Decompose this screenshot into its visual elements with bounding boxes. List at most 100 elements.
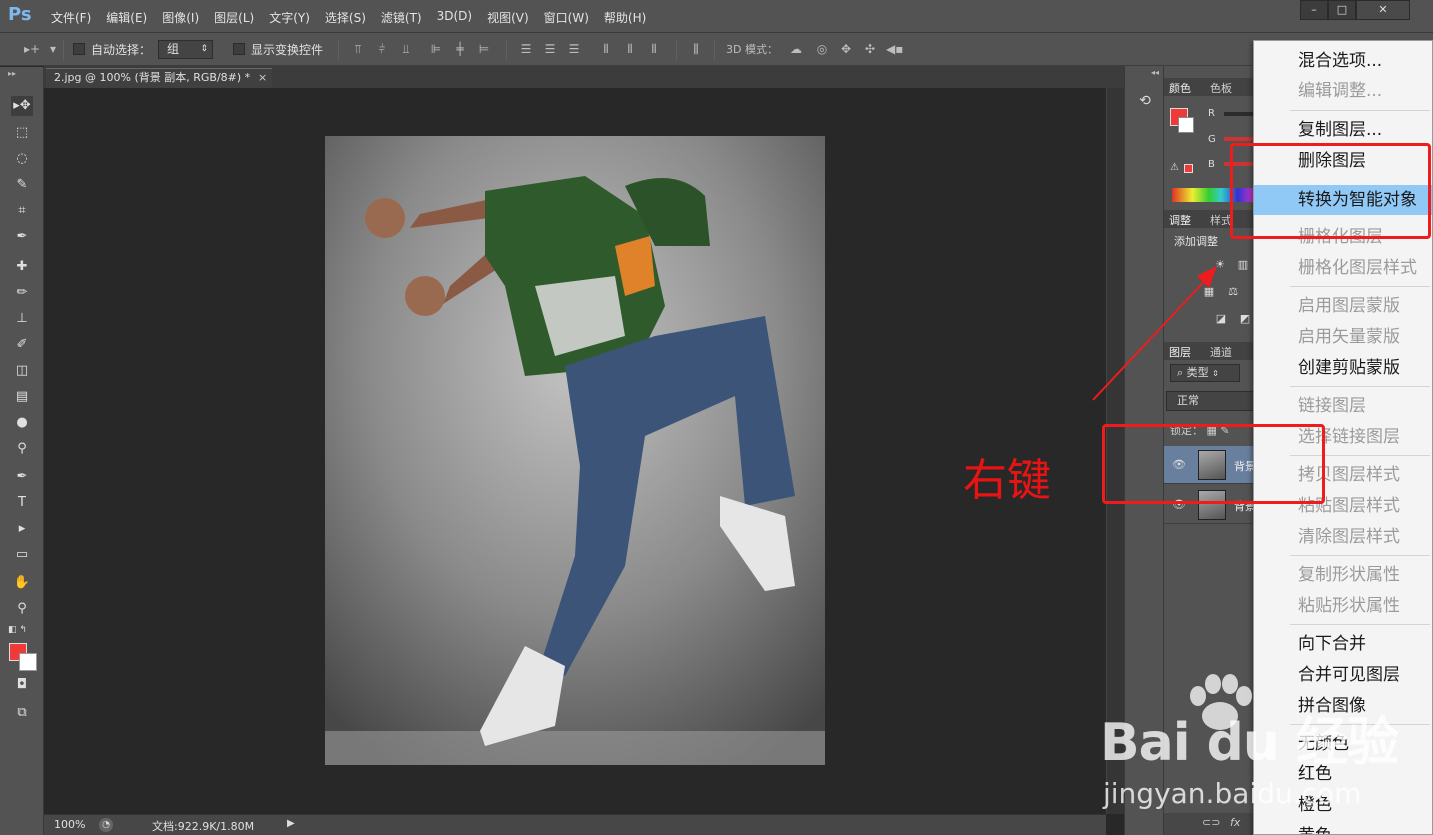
swap-colors-icon[interactable]: ◧ ↰ <box>8 625 27 635</box>
menu-filter[interactable]: 滤镜(T) <box>381 9 422 26</box>
3d-slide-icon[interactable]: ✣ <box>862 42 878 56</box>
collapse-icon[interactable]: ▸▸ <box>8 69 16 78</box>
minimize-icon[interactable]: – <box>1300 0 1328 20</box>
collapse-icon[interactable]: ◂◂ <box>1151 68 1159 77</box>
dodge-tool-icon[interactable]: ⚲ <box>11 439 33 459</box>
tab-styles[interactable]: 样式 <box>1210 212 1232 228</box>
canvas-image[interactable] <box>325 136 825 765</box>
tab-adjustments[interactable]: 调整 <box>1169 212 1191 228</box>
menu-edit[interactable]: 编辑(E) <box>106 9 147 26</box>
brush-tool-icon[interactable]: ✏ <box>11 283 33 303</box>
menu-type[interactable]: 文字(Y) <box>269 9 310 26</box>
fx-icon[interactable]: fx <box>1230 816 1240 829</box>
balance-icon[interactable]: ⚖ <box>1226 285 1240 299</box>
menu-item-duplicate-layer[interactable]: 复制图层... <box>1254 117 1432 145</box>
marquee-tool-icon[interactable]: ⬚ <box>11 123 33 143</box>
distribute-hcenter-icon[interactable]: ⫴ <box>622 42 638 56</box>
tab-color[interactable]: 颜色 <box>1169 80 1191 96</box>
levels-icon[interactable]: ▥ <box>1236 258 1250 272</box>
auto-select-dropdown[interactable]: 组 ⇕ <box>158 40 213 59</box>
move-tool-icon[interactable]: ▸✥ <box>11 96 33 116</box>
menu-item-clear-layer-style[interactable]: 清除图层样式 <box>1254 524 1432 552</box>
link-icon[interactable]: ⊂⊃ <box>1202 816 1220 829</box>
menu-separator <box>1290 110 1430 111</box>
panel-background-swatch[interactable] <box>1178 117 1194 133</box>
tool-preset-arrow-icon[interactable]: ▾ <box>48 42 58 56</box>
document-tab[interactable]: 2.jpg @ 100% (背景 副本, RGB/8#) * × <box>46 68 272 88</box>
align-left-icon[interactable]: ⊫ <box>428 42 444 56</box>
type-tool-icon[interactable]: T <box>11 493 33 513</box>
menu-image[interactable]: 图像(I) <box>162 9 199 26</box>
menu-item-paste-shape-attributes[interactable]: 粘贴形状属性 <box>1254 593 1432 621</box>
auto-select-checkbox[interactable] <box>73 43 85 55</box>
history-panel-icon[interactable]: ⟲ <box>1135 93 1155 111</box>
move-tool-icon[interactable]: ▸+ <box>24 42 40 56</box>
menu-help[interactable]: 帮助(H) <box>604 9 646 26</box>
maximize-icon[interactable]: □ <box>1328 0 1356 20</box>
distribute-vcenter-icon[interactable]: ☰ <box>542 42 558 56</box>
menu-item-merge-down[interactable]: 向下合并 <box>1254 631 1432 659</box>
close-tab-icon[interactable]: × <box>258 69 267 87</box>
3d-roll-icon[interactable]: ◎ <box>814 42 830 56</box>
auto-select-label: 自动选择： <box>91 43 152 57</box>
eyedropper-tool-icon[interactable]: ✒ <box>11 227 33 247</box>
menu-layer[interactable]: 图层(L) <box>214 9 254 26</box>
menu-item-create-clipping-mask[interactable]: 创建剪贴蒙版 <box>1254 355 1432 383</box>
screen-mode-icon[interactable]: ⧉ <box>11 703 33 723</box>
zoom-level[interactable]: 100% <box>54 818 85 831</box>
align-right-icon[interactable]: ⊨ <box>476 42 492 56</box>
menu-item-copy-shape-attributes[interactable]: 复制形状属性 <box>1254 562 1432 590</box>
pen-tool-icon[interactable]: ✒ <box>11 467 33 487</box>
menu-item-yellow[interactable]: 黄色 <box>1254 823 1432 834</box>
quick-select-tool-icon[interactable]: ✎ <box>11 175 33 195</box>
channel-r-slider[interactable] <box>1224 112 1254 116</box>
lasso-tool-icon[interactable]: ◌ <box>11 149 33 169</box>
distribute-right-icon[interactable]: ⫴ <box>646 42 662 56</box>
background-color-swatch[interactable] <box>19 653 37 671</box>
history-brush-tool-icon[interactable]: ✐ <box>11 335 33 355</box>
menu-item-enable-layer-mask[interactable]: 启用图层蒙版 <box>1254 293 1432 321</box>
gradient-map-icon[interactable]: ◩ <box>1238 312 1252 326</box>
gamut-swatch[interactable] <box>1184 164 1193 173</box>
menu-item-enable-vector-mask[interactable]: 启用矢量蒙版 <box>1254 324 1432 352</box>
menu-item-merge-visible[interactable]: 合并可见图层 <box>1254 662 1432 690</box>
clone-stamp-tool-icon[interactable]: ⊥ <box>11 309 33 329</box>
distribute-left-icon[interactable]: ⫴ <box>598 42 614 56</box>
menu-select[interactable]: 选择(S) <box>325 9 366 26</box>
auto-align-icon[interactable]: ⫼ <box>688 42 704 56</box>
3d-rotate-icon[interactable]: ☁ <box>788 42 804 56</box>
menu-view[interactable]: 视图(V) <box>487 9 529 26</box>
align-bottom-icon[interactable]: ⫫ <box>398 42 414 56</box>
align-top-icon[interactable]: ⫪ <box>350 42 366 56</box>
doc-info-icon[interactable]: ◔ <box>99 818 113 832</box>
close-icon[interactable]: ✕ <box>1356 0 1410 20</box>
align-hcenter-icon[interactable]: ╪ <box>452 42 468 56</box>
distribute-top-icon[interactable]: ☰ <box>518 42 534 56</box>
path-select-tool-icon[interactable]: ▸ <box>11 519 33 539</box>
3d-scale-icon[interactable]: ◀▪ <box>886 42 903 56</box>
tab-swatches[interactable]: 色板 <box>1210 80 1232 96</box>
show-transform-label: 显示变换控件 <box>251 43 324 57</box>
menu-item-edit-adjustment[interactable]: 编辑调整... <box>1254 78 1432 106</box>
hand-tool-icon[interactable]: ✋ <box>11 573 33 593</box>
status-menu-arrow-icon[interactable]: ▶ <box>287 818 295 829</box>
zoom-tool-icon[interactable]: ⚲ <box>11 599 33 619</box>
menu-window[interactable]: 窗口(W) <box>544 9 589 26</box>
align-vcenter-icon[interactable]: ⫩ <box>374 42 390 56</box>
blur-tool-icon[interactable]: ● <box>11 413 33 433</box>
show-transform-checkbox[interactable] <box>233 43 245 55</box>
gradient-tool-icon[interactable]: ▤ <box>11 387 33 407</box>
channel-g-slider[interactable] <box>1224 137 1254 141</box>
rectangle-tool-icon[interactable]: ▭ <box>11 545 33 565</box>
healing-brush-tool-icon[interactable]: ✚ <box>11 257 33 277</box>
menu-item-blending-options[interactable]: 混合选项... <box>1254 48 1432 76</box>
quick-mask-icon[interactable]: ◘ <box>11 675 33 695</box>
menu-3d[interactable]: 3D(D) <box>437 9 472 26</box>
menu-item-rasterize-layer-style[interactable]: 栅格化图层样式 <box>1254 255 1432 283</box>
eraser-tool-icon[interactable]: ◫ <box>11 361 33 381</box>
3d-drag-icon[interactable]: ✥ <box>838 42 854 56</box>
menu-file[interactable]: 文件(F) <box>51 9 91 26</box>
distribute-bottom-icon[interactable]: ☰ <box>566 42 582 56</box>
crop-tool-icon[interactable]: ⌗ <box>11 201 33 221</box>
menu-item-link-layers[interactable]: 链接图层 <box>1254 393 1432 421</box>
